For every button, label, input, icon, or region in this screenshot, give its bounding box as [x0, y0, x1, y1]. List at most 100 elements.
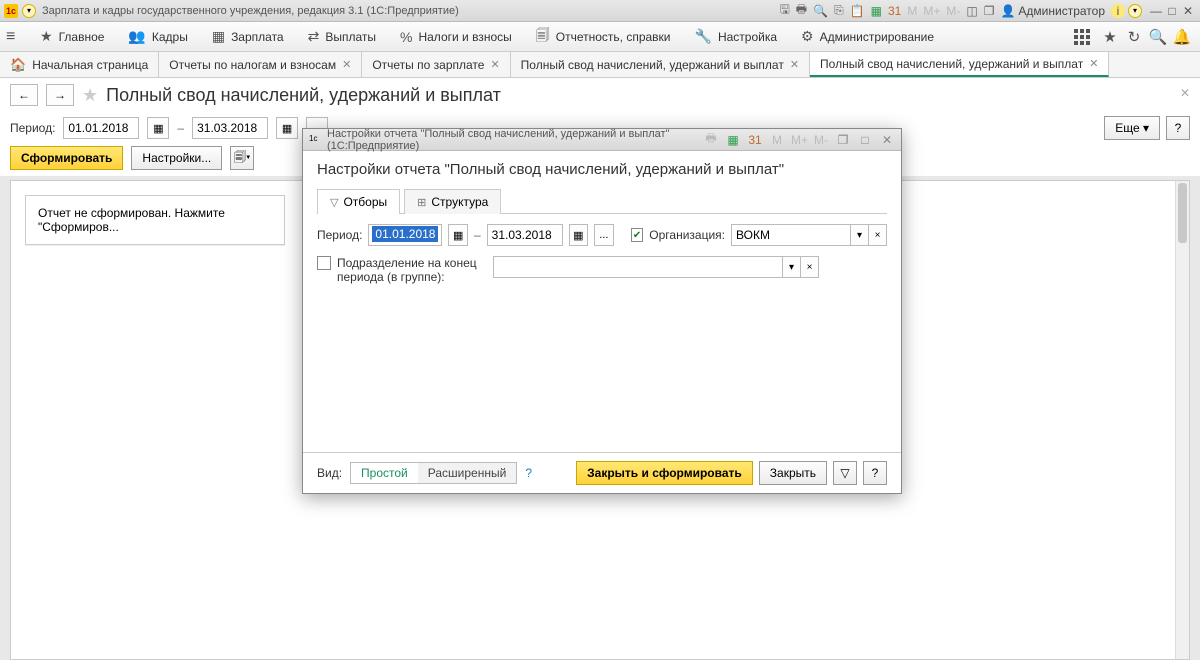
calc-mplus-icon[interactable]: M+ — [923, 4, 940, 18]
org-combo[interactable]: ▾ × — [731, 224, 887, 246]
close-icon[interactable]: ✕ — [342, 58, 351, 71]
notifications-icon[interactable]: 🔔 — [1170, 28, 1194, 46]
date-to-input[interactable] — [487, 224, 563, 246]
tree-icon: ⊞ — [417, 196, 426, 209]
date-from-input[interactable]: 01.01.2018 — [368, 224, 442, 246]
user-indicator[interactable]: 👤 Администратор — [1000, 4, 1105, 18]
menu-toggle-icon[interactable]: ≡ — [6, 28, 28, 46]
nav-back-button[interactable]: ← — [10, 84, 38, 106]
period-picker-button[interactable]: ... — [594, 224, 613, 246]
apps-grid-icon[interactable] — [1074, 29, 1098, 45]
save-icon[interactable]: 🖫 — [780, 0, 790, 21]
page-close-icon[interactable]: ✕ — [1180, 86, 1190, 100]
window-cascade-icon[interactable]: ❐ — [984, 4, 995, 18]
view-simple-button[interactable]: Простой — [351, 463, 418, 483]
help-button[interactable]: ? — [1166, 116, 1190, 140]
view-label: Вид: — [317, 466, 342, 480]
menu-taxes[interactable]: %Налоги и взносы — [388, 22, 524, 51]
print-icon[interactable]: 🖶 — [703, 129, 719, 150]
search-icon[interactable]: 🔍 — [1146, 28, 1170, 46]
preview-icon[interactable]: 🔍 — [813, 4, 828, 18]
view-advanced-button[interactable]: Расширенный — [418, 463, 517, 483]
calendar-from-button[interactable]: ▦ — [147, 117, 169, 139]
app-titlebar: 1c ▾ Зарплата и кадры государственного у… — [0, 0, 1200, 22]
subdiv-input[interactable] — [493, 256, 783, 278]
date-from-input[interactable] — [63, 117, 139, 139]
menu-payments[interactable]: ⇄Выплаты — [296, 22, 388, 51]
calc-m-icon[interactable]: M — [907, 4, 917, 18]
tab-structure[interactable]: ⊞Структура — [404, 189, 501, 214]
menu-reports[interactable]: 🗐Отчетность, справки — [524, 22, 683, 51]
save-variant-button[interactable]: 🗐▾ — [230, 146, 254, 170]
filter-toggle-button[interactable]: ▽ — [833, 461, 857, 485]
copy-icon[interactable]: ⎘ — [834, 3, 844, 18]
document-tabs: 🏠Начальная страница Отчеты по налогам и … — [0, 52, 1200, 78]
view-mode-toggle: Простой Расширенный — [350, 462, 517, 484]
maximize-button[interactable]: □ — [1164, 4, 1180, 18]
menu-main[interactable]: ★Главное — [28, 22, 116, 51]
dialog-help-button[interactable]: ? — [863, 461, 887, 485]
menu-salary[interactable]: ▦Зарплата — [200, 22, 296, 51]
org-dropdown-button[interactable]: ▾ — [851, 224, 869, 246]
calendar-icon[interactable]: ▦ — [871, 4, 882, 18]
scrollbar-thumb[interactable] — [1178, 183, 1187, 243]
org-input[interactable] — [731, 224, 851, 246]
dialog-restore-icon[interactable]: ❐ — [835, 133, 851, 147]
close-icon[interactable]: ✕ — [490, 58, 499, 71]
dialog-maximize-icon[interactable]: □ — [857, 133, 873, 147]
report-settings-dialog: 1c Настройки отчета "Полный свод начисле… — [302, 128, 902, 494]
calendar-to-button[interactable]: ▦ — [276, 117, 298, 139]
menu-label: Главное — [59, 30, 105, 44]
close-icon[interactable]: ✕ — [1089, 57, 1098, 70]
more-button[interactable]: Еще ▾ — [1104, 116, 1160, 140]
calendar-icon[interactable]: ▦ — [725, 133, 741, 147]
vertical-scrollbar[interactable] — [1175, 181, 1189, 659]
tab-tax-reports[interactable]: Отчеты по налогам и взносам✕ — [159, 52, 362, 77]
tab-full-summary[interactable]: Полный свод начислений, удержаний и выпл… — [511, 52, 810, 77]
tab-salary-reports[interactable]: Отчеты по зарплате✕ — [362, 52, 510, 77]
date-to-input[interactable] — [192, 117, 268, 139]
tab-full-summary-active[interactable]: Полный свод начислений, удержаний и выпл… — [810, 52, 1109, 77]
nav-forward-button[interactable]: → — [46, 84, 74, 106]
subdiv-checkbox[interactable] — [317, 256, 331, 270]
settings-button[interactable]: Настройки... — [131, 146, 222, 170]
generate-button[interactable]: Сформировать — [10, 146, 123, 170]
tab-label: Отборы — [343, 195, 387, 209]
paste-icon[interactable]: 📋 — [850, 4, 865, 18]
page-title: Полный свод начислений, удержаний и выпл… — [106, 85, 501, 106]
apply-and-close-button[interactable]: Закрыть и сформировать — [576, 461, 753, 485]
close-dialog-button[interactable]: Закрыть — [759, 461, 827, 485]
favorites-icon[interactable]: ★ — [1098, 28, 1122, 46]
calc-m-icon[interactable]: M — [769, 133, 785, 147]
info-icon[interactable]: i — [1111, 4, 1125, 18]
calc-mplus-icon[interactable]: M+ — [791, 133, 807, 147]
date-icon[interactable]: 31 — [747, 133, 763, 147]
calc-mminus-icon[interactable]: M- — [946, 4, 960, 18]
date-icon[interactable]: 31 — [888, 4, 901, 18]
view-help-icon[interactable]: ? — [525, 466, 532, 480]
calc-mminus-icon[interactable]: M- — [813, 133, 829, 147]
subdiv-combo[interactable]: ▾ × — [493, 256, 819, 278]
app-dropdown-icon[interactable]: ▾ — [22, 4, 36, 18]
dialog-close-icon[interactable]: ✕ — [879, 133, 895, 147]
calendar-to-button[interactable]: ▦ — [569, 224, 588, 246]
org-checkbox[interactable]: ✔ — [631, 228, 643, 242]
close-button[interactable]: ✕ — [1180, 4, 1196, 18]
org-clear-button[interactable]: × — [869, 224, 887, 246]
close-icon[interactable]: ✕ — [790, 58, 799, 71]
menu-admin[interactable]: ⚙Администрирование — [789, 22, 946, 51]
subdiv-clear-button[interactable]: × — [801, 256, 819, 278]
tab-home[interactable]: 🏠Начальная страница — [0, 52, 159, 77]
calendar-from-button[interactable]: ▦ — [448, 224, 467, 246]
menu-settings[interactable]: 🔧Настройка — [683, 22, 790, 51]
favorite-star-icon[interactable]: ★ — [82, 85, 98, 106]
print-icon[interactable]: 🖶 — [796, 0, 807, 21]
help-label: ? — [872, 466, 879, 480]
window-list-icon[interactable]: ◫ — [966, 4, 977, 18]
info-dropdown-icon[interactable]: ▾ — [1128, 4, 1142, 18]
menu-staff[interactable]: 👥Кадры — [116, 22, 199, 51]
subdiv-dropdown-button[interactable]: ▾ — [783, 256, 801, 278]
minimize-button[interactable]: — — [1148, 4, 1164, 18]
history-icon[interactable]: ↻ — [1122, 28, 1146, 46]
tab-filters[interactable]: ▽Отборы — [317, 189, 400, 214]
